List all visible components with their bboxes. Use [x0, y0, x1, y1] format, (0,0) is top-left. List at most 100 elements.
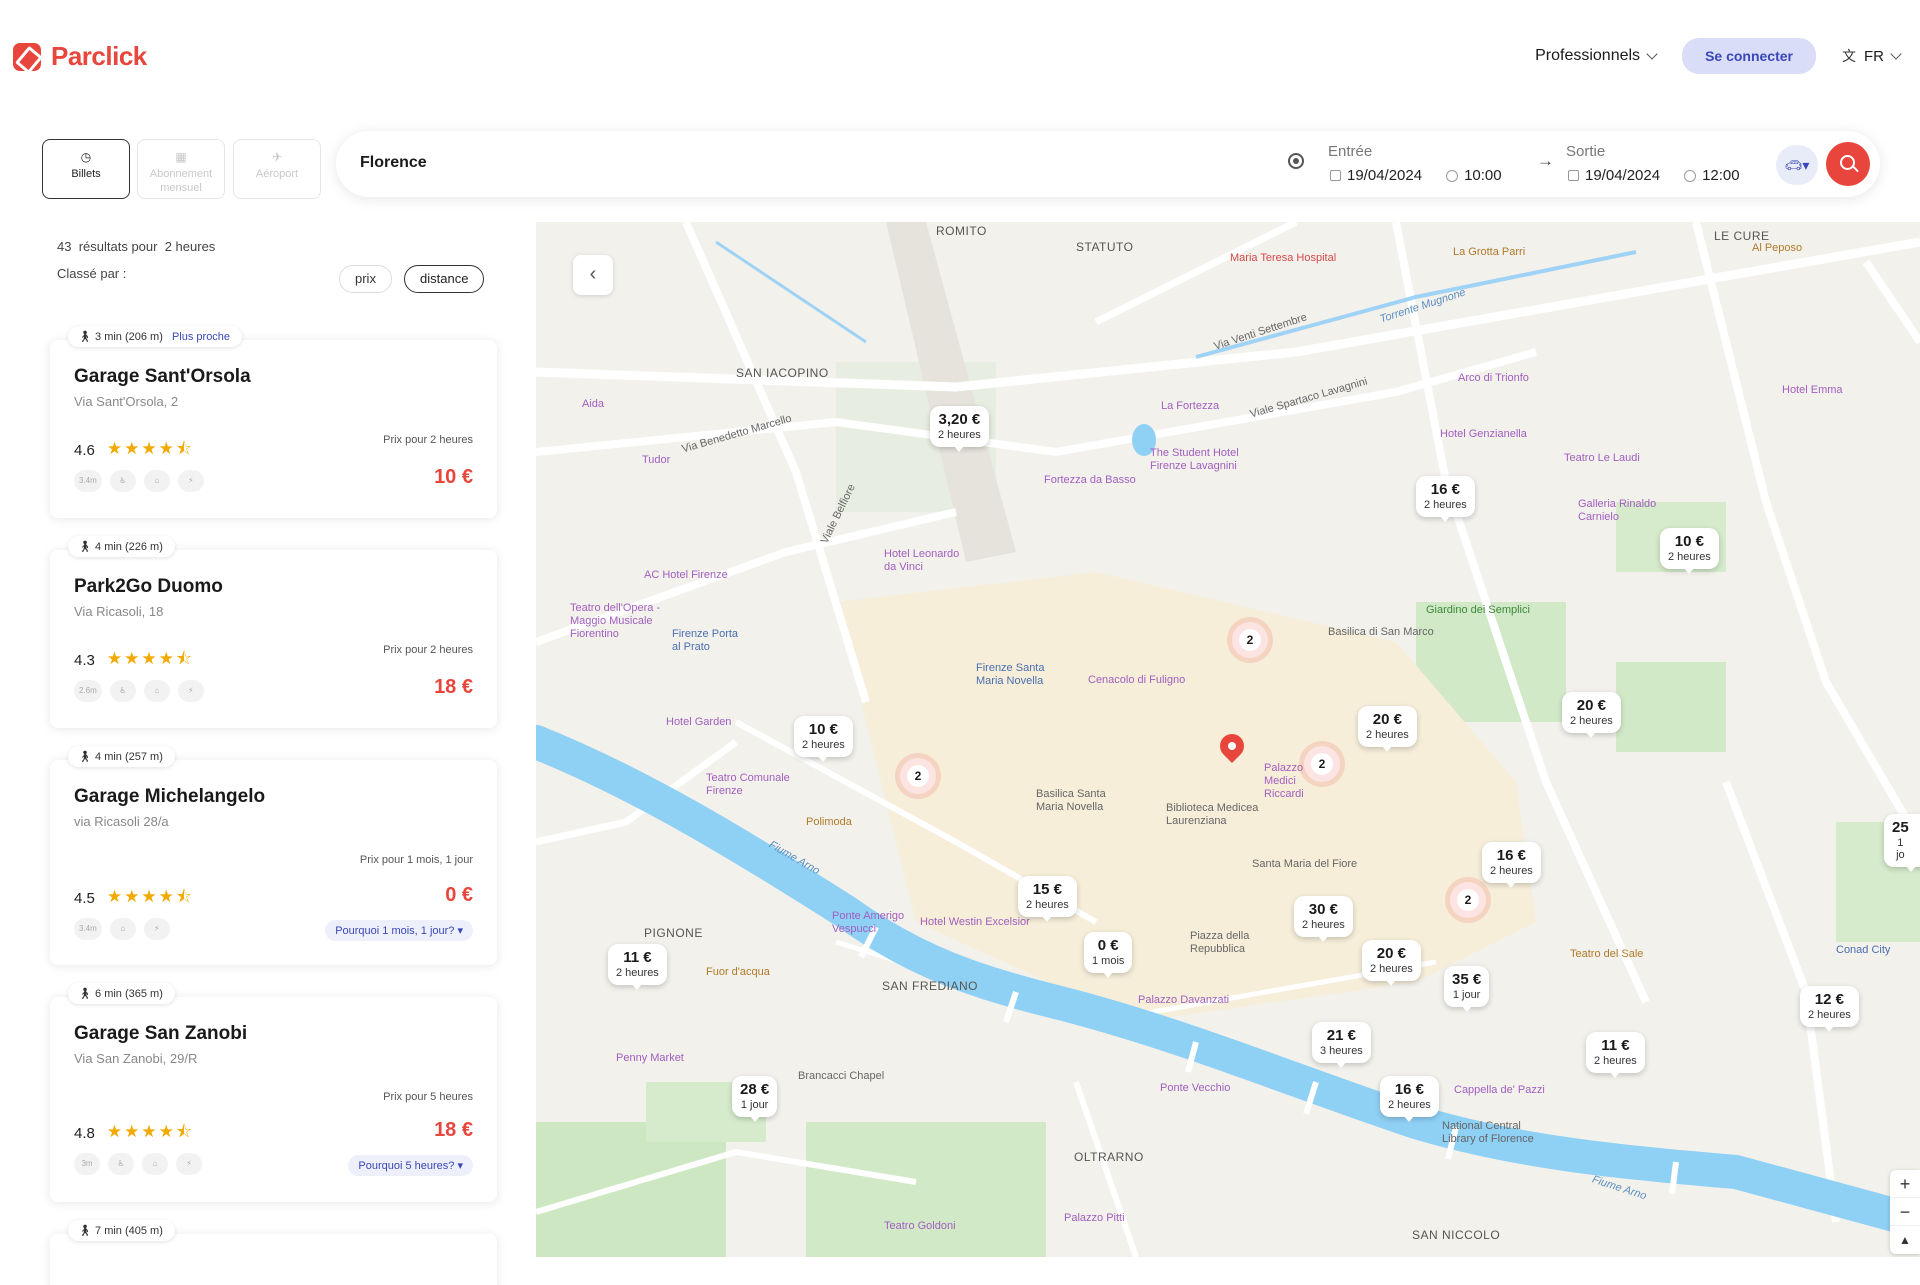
- cluster-marker[interactable]: 2: [900, 758, 936, 794]
- rating-value: 4.8: [74, 1125, 95, 1142]
- parking-card[interactable]: 🚶︎ 4 min (257 m) Garage Michelangelo via…: [50, 746, 497, 965]
- price-pin[interactable]: 28 €1 jour: [732, 1076, 778, 1122]
- parking-card[interactable]: 🚶︎ 3 min (206 m) Plus proche Garage Sant…: [50, 326, 497, 518]
- poi-label: Cappella de' Pazzi: [1454, 1084, 1545, 1096]
- clock-icon: [1684, 169, 1697, 182]
- price-pin[interactable]: 16 €2 heures: [1482, 842, 1541, 888]
- price-pin[interactable]: 11 €2 heures: [608, 944, 667, 990]
- walk-icon: 🚶︎: [78, 751, 92, 763]
- poi-label: Teatro Goldoni: [884, 1220, 956, 1232]
- price-pin[interactable]: 25 1 jo: [1884, 814, 1920, 872]
- search-button[interactable]: [1826, 142, 1870, 186]
- pin-duration: 2 heures: [616, 967, 659, 979]
- parking-card[interactable]: 🚶︎ 6 min (365 m) Garage San Zanobi Via S…: [50, 983, 497, 1202]
- district-label: SAN IACOPINO: [736, 366, 829, 380]
- ev-charger-icon: ⚡︎: [143, 918, 170, 940]
- parking-name[interactable]: Garage San Zanobi: [74, 1023, 247, 1045]
- price-pin[interactable]: 20 €2 heures: [1358, 706, 1417, 752]
- exit-datetime[interactable]: 19/04/2024 12:00: [1568, 167, 1740, 184]
- price-pin[interactable]: 15 €2 heures: [1018, 876, 1077, 922]
- price-pin[interactable]: 3,20 €2 heures: [930, 406, 989, 452]
- login-button[interactable]: Se connecter: [1682, 38, 1816, 74]
- rating-value: 4.3: [74, 652, 95, 669]
- price-pin[interactable]: 20 €2 heures: [1362, 940, 1421, 986]
- vehicle-selector[interactable]: 🚗︎▾: [1776, 145, 1818, 185]
- parking-name[interactable]: Garage Sant'Orsola: [74, 366, 251, 388]
- results-summary: 43 résultats pour 2 heures: [57, 239, 215, 254]
- sort-price-button[interactable]: prix: [339, 265, 392, 293]
- walk-text: 6 min (365 m): [95, 988, 163, 1000]
- parking-name[interactable]: Park2Go Duomo: [74, 576, 223, 598]
- pin-duration: 1 jour: [740, 1099, 769, 1111]
- cluster-marker[interactable]: 2: [1232, 622, 1268, 658]
- price-explanation-button[interactable]: Pourquoi 5 heures? ▾: [348, 1155, 473, 1176]
- pin-duration: 2 heures: [1490, 865, 1533, 877]
- zoom-in-button[interactable]: +: [1890, 1170, 1920, 1198]
- tab-airport[interactable]: ✈ Aéroport: [233, 139, 321, 199]
- price-pin[interactable]: 21 €3 heures: [1312, 1022, 1371, 1068]
- cluster-count: 2: [1311, 753, 1333, 775]
- entry-label: Entrée: [1328, 143, 1373, 160]
- collapse-list-button[interactable]: ‹: [573, 255, 613, 295]
- parclick-logo[interactable]: Parclick: [13, 41, 147, 72]
- compass-icon[interactable]: ▲: [1890, 1226, 1920, 1254]
- price-pin[interactable]: 10 €2 heures: [1660, 528, 1719, 574]
- map[interactable]: ROMITO STATUTO LE CURE SAN IACOPINO PIGN…: [536, 222, 1920, 1257]
- poi-label: Basilica Santa Maria Novella: [1036, 788, 1106, 813]
- district-label: ROMITO: [936, 224, 987, 238]
- rating-value: 4.5: [74, 890, 95, 907]
- poi-label: Palazzo Davanzati: [1138, 994, 1230, 1006]
- locate-icon[interactable]: [1288, 153, 1304, 169]
- chevron-down-icon: [1890, 48, 1902, 60]
- walk-distance: 🚶︎ 6 min (365 m): [68, 983, 175, 1004]
- station-label: Firenze Santa Maria Novella: [976, 662, 1045, 687]
- exit-label: Sortie: [1566, 143, 1606, 160]
- parking-card[interactable]: 🚶︎ 7 min (405 m): [50, 1220, 497, 1285]
- price-pin[interactable]: 30 €2 heures: [1294, 896, 1353, 942]
- professionals-menu[interactable]: Professionnels: [1535, 47, 1658, 65]
- features: 3.4m ♿︎ ⌂ ⚡︎: [74, 470, 204, 492]
- pin-duration: 2 heures: [1808, 1009, 1851, 1021]
- poi-label: Teatro del Sale: [1570, 948, 1644, 960]
- ev-charger-icon: ⚡︎: [177, 680, 204, 702]
- poi-label: Cenacolo di Fuligno: [1088, 674, 1186, 686]
- price-label: Prix pour 5 heures: [383, 1091, 473, 1103]
- price-pin[interactable]: 0 €1 mois: [1084, 932, 1133, 978]
- walk-text: 4 min (226 m): [95, 541, 163, 553]
- language-selector[interactable]: 文 FR: [1842, 46, 1902, 66]
- parking-name[interactable]: Garage Michelangelo: [74, 786, 265, 808]
- sort-distance-button[interactable]: distance: [404, 265, 485, 293]
- pin-duration: 2 heures: [1424, 499, 1467, 511]
- arrow-right-icon: →: [1537, 151, 1554, 170]
- search-input[interactable]: Florence: [360, 154, 427, 172]
- price-pin[interactable]: 35 €1 jour: [1444, 966, 1490, 1012]
- price: 18 €: [434, 676, 473, 698]
- star-rating-icon: ★★★★⯪: [106, 1122, 194, 1141]
- pin-duration: 2 heures: [938, 429, 981, 441]
- price-pin[interactable]: 10 €2 heures: [794, 716, 853, 762]
- entry-datetime[interactable]: 19/04/2024 10:00: [1330, 167, 1502, 184]
- price-pin[interactable]: 16 €2 heures: [1380, 1076, 1439, 1122]
- zoom-out-button[interactable]: −: [1890, 1198, 1920, 1226]
- pin-price: 28 €: [740, 1081, 770, 1098]
- price-pin[interactable]: 16 €2 heures: [1416, 476, 1475, 522]
- park-area: [536, 1122, 726, 1257]
- tab-monthly[interactable]: ▦ Abonnement mensuel: [137, 139, 225, 199]
- price-explanation-button[interactable]: Pourquoi 1 mois, 1 jour? ▾: [325, 920, 473, 941]
- price-pin[interactable]: 11 €2 heures: [1586, 1032, 1645, 1078]
- cluster-count: 2: [1239, 629, 1261, 651]
- pin-price: 0 €: [1097, 937, 1119, 954]
- sort-label: Classé par :: [57, 266, 127, 281]
- price-pin[interactable]: 20 €2 heures: [1562, 692, 1621, 738]
- price-pin[interactable]: 12 €2 heures: [1800, 986, 1859, 1032]
- tab-tickets[interactable]: ◷ Billets: [42, 139, 130, 199]
- poi-label: Palazzo Pitti: [1064, 1212, 1125, 1224]
- poi-label: La Fortezza: [1161, 400, 1220, 412]
- pin-price: 25: [1892, 819, 1909, 836]
- rating: 4.3 ★★★★⯪: [74, 646, 194, 675]
- poi-label: Biblioteca Medicea Laurenziana: [1166, 802, 1259, 827]
- parking-card[interactable]: 🚶︎ 4 min (226 m) Park2Go Duomo Via Ricas…: [50, 536, 497, 728]
- cluster-marker[interactable]: 2: [1304, 746, 1340, 782]
- price-label: Prix pour 2 heures: [383, 434, 473, 446]
- cluster-marker[interactable]: 2: [1450, 882, 1486, 918]
